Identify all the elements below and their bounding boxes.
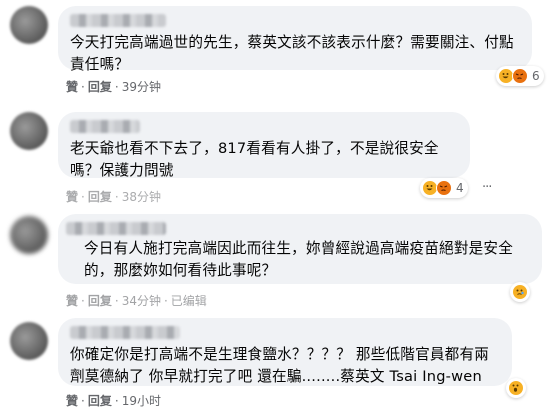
reply-button[interactable]: 回复 [88, 294, 112, 308]
avatar[interactable] [10, 216, 48, 254]
comment-actions: 贊 · 回复 · 19小时 [66, 394, 161, 408]
edited-label[interactable]: 已编辑 [171, 294, 207, 308]
like-button[interactable]: 贊 [66, 294, 78, 308]
comment-text: 你確定你是打高端不是生理食鹽水？？？？ 那些低階官員都有兩劑莫德納了 你早就打完… [70, 346, 490, 385]
like-button[interactable]: 贊 [66, 190, 78, 204]
avatar[interactable] [10, 112, 48, 150]
reaction-count: 6 [532, 69, 540, 83]
comment-actions: 贊 · 回复 · 39分钟 [66, 80, 161, 94]
sad-icon [512, 284, 528, 300]
comment-bubble: 老天爺也看不下去了，817看看有人掛了，不是說很安全嗎？保護力問號 [58, 112, 470, 179]
avatar[interactable] [10, 6, 48, 44]
reply-button[interactable]: 回复 [88, 80, 112, 94]
comment-bubble: 你確定你是打高端不是生理食鹽水？？？？ 那些低階官員都有兩劑莫德納了 你早就打完… [58, 318, 512, 386]
reply-button[interactable]: 回复 [88, 394, 112, 408]
comment-timestamp[interactable]: 39分钟 [122, 80, 161, 94]
angry-icon [436, 180, 452, 196]
reaction-count: 4 [456, 181, 464, 195]
wow-icon [508, 380, 524, 396]
comment-timestamp[interactable]: 19小时 [122, 394, 161, 408]
comment-text: 老天爺也看不下去了，817看看有人掛了，不是說很安全嗎？保護力問號 [70, 140, 439, 179]
comment-actions: 贊 · 回复 · 38分钟 [66, 190, 161, 204]
like-button[interactable]: 贊 [66, 394, 78, 408]
author-name[interactable] [70, 14, 166, 27]
author-name[interactable] [70, 120, 140, 133]
angry-icon [512, 68, 528, 84]
comment-bubble: 今天打完高端過世的先生，蔡英文該不該表示什麼？需要關注、付點責任嗎？ [58, 6, 532, 73]
comment-text: 今日有人施打完高端因此而往生，妳曾經說過高端疫苗絕對是安全的，那麼妳如何看待此事… [84, 240, 514, 279]
comment-timestamp[interactable]: 38分钟 [122, 190, 161, 204]
more-options-icon[interactable]: ··· [482, 180, 492, 195]
like-button[interactable]: 贊 [66, 80, 78, 94]
reaction-summary[interactable]: 4 [420, 178, 468, 198]
reaction-summary[interactable]: 6 [496, 66, 544, 86]
avatar[interactable] [10, 322, 48, 360]
comment-actions: 贊 · 回复 · 34分钟 · 已编辑 [66, 294, 207, 308]
comment-text: 今天打完高端過世的先生，蔡英文該不該表示什麼？需要關注、付點責任嗎？ [70, 34, 514, 73]
comment-timestamp[interactable]: 34分钟 [122, 294, 161, 308]
author-name[interactable] [70, 326, 180, 339]
reaction-summary[interactable] [510, 282, 530, 302]
reply-button[interactable]: 回复 [88, 190, 112, 204]
reaction-summary[interactable] [506, 378, 526, 398]
author-name[interactable] [66, 222, 166, 235]
